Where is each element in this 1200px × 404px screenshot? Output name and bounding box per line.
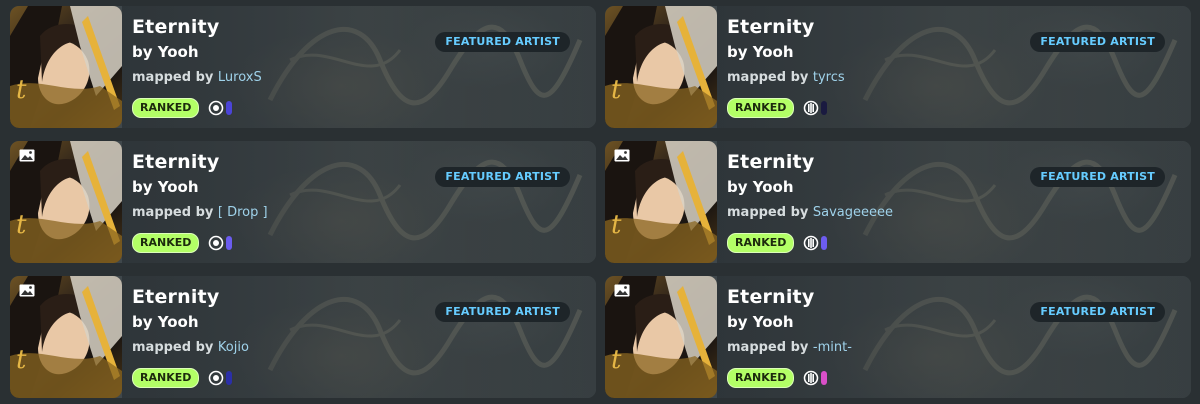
mapper-line: mapped by [ Drop ] — [132, 205, 268, 220]
beatmap-artist[interactable]: by Yooh — [727, 313, 794, 331]
difficulty-pill[interactable] — [821, 371, 828, 385]
storyboard-icon — [614, 284, 656, 297]
status-row: RANKED — [132, 368, 233, 388]
cover-thumbnail[interactable]: t — [10, 6, 122, 128]
featured-artist-badge[interactable]: FEATURED ARTIST — [1030, 32, 1165, 52]
beatmap-title[interactable]: Eternity — [132, 286, 219, 308]
mapper-link[interactable]: tyrcs — [813, 70, 845, 85]
featured-artist-badge[interactable]: FEATURED ARTIST — [435, 32, 570, 52]
beatmap-title[interactable]: Eternity — [132, 16, 219, 38]
featured-artist-badge[interactable]: FEATURED ARTIST — [1030, 167, 1165, 187]
status-row: RANKED — [132, 98, 233, 118]
featured-artist-badge[interactable]: FEATURED ARTIST — [435, 302, 570, 322]
mapper-line: mapped by -mint- — [727, 340, 852, 355]
osu-mode-icon — [209, 100, 224, 116]
ranked-status-badge: RANKED — [132, 368, 200, 388]
beatmap-artist[interactable]: by Yooh — [727, 43, 794, 61]
ranked-status-badge: RANKED — [132, 233, 200, 253]
mania-mode-icon — [804, 235, 819, 251]
difficulty-pill[interactable] — [821, 101, 828, 115]
mapped-by-label: mapped by — [132, 340, 214, 355]
beatmap-artist[interactable]: by Yooh — [132, 313, 199, 331]
status-row: RANKED — [727, 233, 828, 253]
mapper-line: mapped by LuroxS — [132, 70, 262, 85]
mania-mode-icon — [804, 370, 819, 386]
osu-mode-icon — [209, 370, 224, 386]
beatmap-card[interactable]: t Eternity by Yooh mapped by LuroxS FEAT… — [10, 6, 596, 128]
difficulty-pill[interactable] — [226, 101, 233, 115]
osu-mode-icon — [209, 235, 224, 251]
mapper-line: mapped by Kojio — [132, 340, 249, 355]
mapper-link[interactable]: -mint- — [813, 340, 852, 355]
ranked-status-badge: RANKED — [132, 98, 200, 118]
storyboard-icon — [19, 149, 61, 162]
svg-text:t: t — [611, 345, 622, 375]
svg-text:t: t — [16, 210, 27, 240]
storyboard-icon — [19, 284, 61, 297]
ranked-status-badge: RANKED — [727, 368, 795, 388]
mapped-by-label: mapped by — [132, 205, 214, 220]
beatmap-artist[interactable]: by Yooh — [727, 178, 794, 196]
svg-text:t: t — [611, 210, 622, 240]
cover-thumbnail[interactable]: t — [10, 141, 122, 263]
mapper-link[interactable]: [ Drop ] — [218, 205, 268, 220]
difficulty-pill[interactable] — [226, 236, 233, 250]
beatmap-title[interactable]: Eternity — [727, 286, 814, 308]
status-row: RANKED — [727, 368, 828, 388]
difficulty-pill[interactable] — [821, 236, 828, 250]
ranked-status-badge: RANKED — [727, 233, 795, 253]
beatmap-card[interactable]: t Eternity by Yooh mapped by tyrcs FEATU… — [605, 6, 1191, 128]
cover-thumbnail[interactable]: t — [10, 276, 122, 398]
beatmap-title[interactable]: Eternity — [727, 16, 814, 38]
beatmap-card[interactable]: t Eternity by Yooh mapped by [ Drop ] FE… — [10, 141, 596, 263]
status-row: RANKED — [132, 233, 233, 253]
mania-mode-icon — [804, 100, 819, 116]
cover-thumbnail[interactable]: t — [605, 6, 717, 128]
cover-thumbnail[interactable]: t — [605, 141, 717, 263]
difficulty-pill[interactable] — [226, 371, 233, 385]
beatmap-artist[interactable]: by Yooh — [132, 178, 199, 196]
mapper-line: mapped by tyrcs — [727, 70, 845, 85]
mapped-by-label: mapped by — [132, 70, 214, 85]
beatmap-artist[interactable]: by Yooh — [132, 43, 199, 61]
beatmap-title[interactable]: Eternity — [727, 151, 814, 173]
storyboard-icon — [614, 149, 656, 162]
mapped-by-label: mapped by — [727, 205, 809, 220]
status-row: RANKED — [727, 98, 828, 118]
ranked-status-badge: RANKED — [727, 98, 795, 118]
svg-text:t: t — [16, 345, 27, 375]
mapper-link[interactable]: Kojio — [218, 340, 249, 355]
mapper-link[interactable]: LuroxS — [218, 70, 262, 85]
svg-text:t: t — [611, 75, 622, 105]
svg-text:t: t — [16, 75, 27, 105]
mapper-line: mapped by Savageeeee — [727, 205, 893, 220]
beatmap-card[interactable]: t Eternity by Yooh mapped by -mint- FEAT… — [605, 276, 1191, 398]
beatmap-card[interactable]: t Eternity by Yooh mapped by Savageeeee … — [605, 141, 1191, 263]
mapped-by-label: mapped by — [727, 340, 809, 355]
beatmap-title[interactable]: Eternity — [132, 151, 219, 173]
mapped-by-label: mapped by — [727, 70, 809, 85]
beatmap-card[interactable]: t Eternity by Yooh mapped by Kojio FEATU… — [10, 276, 596, 398]
featured-artist-badge[interactable]: FEATURED ARTIST — [435, 167, 570, 187]
featured-artist-badge[interactable]: FEATURED ARTIST — [1030, 302, 1165, 322]
cover-thumbnail[interactable]: t — [605, 276, 717, 398]
mapper-link[interactable]: Savageeeee — [813, 205, 893, 220]
